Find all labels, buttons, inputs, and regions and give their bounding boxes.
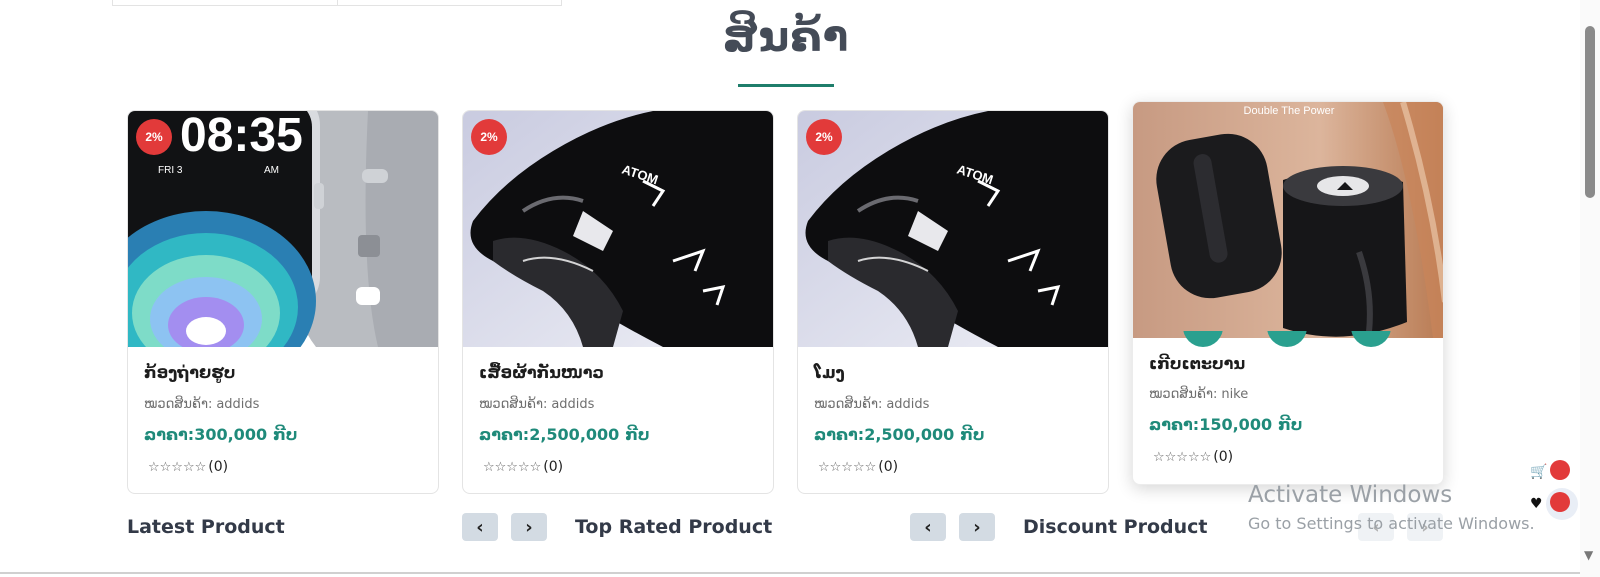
- top-rated-prev-button[interactable]: ‹: [910, 513, 946, 541]
- page: ສິນຄ້າ 08:35 FRI 3 AM 2% ກ້ອງຖ່າຍຮູບ ໝວດ…: [0, 0, 1600, 577]
- product-rating: ☆☆☆☆☆ (0): [1153, 449, 1233, 465]
- category-value: addids: [886, 397, 930, 412]
- top-tab[interactable]: [113, 0, 337, 5]
- product-name[interactable]: ເສື້ອຜ້າກັນໜາວ: [479, 363, 604, 382]
- product-name[interactable]: ເກີບເຕະບານ: [1149, 354, 1245, 373]
- watch-day: FRI 3: [158, 165, 183, 176]
- product-name[interactable]: ໂມງ: [814, 363, 845, 382]
- price-label: ລາຄາ:: [814, 425, 865, 444]
- rating-count: (0): [878, 459, 899, 475]
- currency-label: ກີບ: [960, 425, 985, 444]
- image-caption: Double The Power: [1244, 105, 1335, 117]
- product-card[interactable]: ATOM 2% ໂມງ ໝວດສິນຄ້າ: addids ລາຄາ:2,500,…: [797, 110, 1109, 494]
- category-label: ໝວດສິນຄ້າ:: [479, 397, 548, 412]
- top-tab-strip: [112, 0, 562, 6]
- price-value: 300,000: [194, 425, 268, 444]
- category-value: addids: [216, 397, 260, 412]
- watermark-line2: Go to Settings to activate Windows.: [1248, 514, 1535, 533]
- product-image-speakers[interactable]: Double The Power: [1133, 102, 1443, 338]
- horizontal-divider: [0, 572, 1580, 574]
- discount-badge: 2%: [806, 119, 842, 155]
- discount-product-heading: Discount Product: [1023, 516, 1208, 538]
- discount-badge: 2%: [471, 119, 507, 155]
- star-rating-icon: ☆☆☆☆☆: [818, 459, 877, 475]
- quick-action-button[interactable]: [1183, 331, 1223, 347]
- product-price: ລາຄາ:2,500,000 ກີບ: [479, 425, 650, 444]
- watch-ampm: AM: [264, 165, 279, 176]
- category-label: ໝວດສິນຄ້າ:: [1149, 387, 1218, 402]
- scroll-down-icon[interactable]: ▼: [1584, 548, 1593, 562]
- product-card[interactable]: Double The Power ເກີບເຕະບານ ໝວດສິນຄ້າ: ni…: [1132, 101, 1444, 485]
- product-image-smartwatch[interactable]: 08:35 FRI 3 AM: [128, 111, 438, 347]
- category-value: addids: [551, 397, 595, 412]
- star-rating-icon: ☆☆☆☆☆: [483, 459, 542, 475]
- quick-action-button[interactable]: [1351, 331, 1391, 347]
- chevron-left-icon: ‹: [924, 516, 932, 538]
- price-label: ລາຄາ:: [1149, 415, 1200, 434]
- chevron-left-icon: ‹: [476, 516, 484, 538]
- product-category: ໝວດສິນຄ້າ: addids: [479, 397, 594, 412]
- top-rated-product-heading: Top Rated Product: [575, 516, 773, 538]
- product-price: ລາຄາ:300,000 ກີບ: [144, 425, 297, 444]
- vertical-scrollbar[interactable]: ▼: [1580, 0, 1600, 577]
- product-category: ໝວດສິນຄ້າ: nike: [1149, 387, 1248, 402]
- product-rating: ☆☆☆☆☆ (0): [148, 459, 228, 475]
- windows-activation-watermark: Activate Windows Go to Settings to activ…: [1248, 482, 1535, 533]
- product-image-sneaker[interactable]: ATOM: [798, 111, 1108, 347]
- discount-badge: 2%: [136, 119, 172, 155]
- product-rating: ☆☆☆☆☆ (0): [818, 459, 898, 475]
- category-label: ໝວດສິນຄ້າ:: [814, 397, 883, 412]
- product-category: ໝວດສິນຄ້າ: addids: [814, 397, 929, 412]
- chevron-right-icon: ›: [973, 516, 981, 538]
- product-name[interactable]: ກ້ອງຖ່າຍຮູບ: [144, 363, 235, 382]
- cart-icon: 🛒: [1530, 464, 1548, 480]
- product-category: ໝວດສິນຄ້າ: addids: [144, 397, 259, 412]
- watermark-line1: Activate Windows: [1248, 482, 1453, 508]
- quick-action-button[interactable]: [1267, 331, 1307, 347]
- title-underline: [738, 84, 834, 87]
- currency-label: ກີບ: [1278, 415, 1303, 434]
- latest-prev-button[interactable]: ‹: [462, 513, 498, 541]
- price-label: ລາຄາ:: [144, 425, 195, 444]
- product-card[interactable]: 08:35 FRI 3 AM 2% ກ້ອງຖ່າຍຮູບ ໝວດສິນຄ້າ:…: [127, 110, 439, 494]
- currency-label: ກີບ: [625, 425, 650, 444]
- top-tab[interactable]: [336, 0, 562, 5]
- section-title: ສິນຄ້າ: [722, 12, 850, 61]
- category-label: ໝວດສິນຄ້າ:: [144, 397, 213, 412]
- category-value: nike: [1221, 387, 1249, 402]
- price-label: ລາຄາ:: [479, 425, 530, 444]
- price-value: 2,500,000: [864, 425, 955, 444]
- rating-count: (0): [543, 459, 564, 475]
- cart-count-badge: [1550, 460, 1570, 480]
- rating-count: (0): [1213, 449, 1234, 465]
- latest-next-button[interactable]: ›: [511, 513, 547, 541]
- product-card[interactable]: ATOM 2% ເສື້ອຜ້າກັນໜາວ ໝວດສິນຄ້າ: addids …: [462, 110, 774, 494]
- floating-wishlist-button[interactable]: ♥: [1530, 488, 1578, 520]
- price-value: 150,000: [1199, 415, 1273, 434]
- chevron-right-icon: ›: [525, 516, 533, 538]
- product-rating: ☆☆☆☆☆ (0): [483, 459, 563, 475]
- product-price: ລາຄາ:150,000 ກີບ: [1149, 415, 1302, 434]
- currency-label: ກີບ: [273, 425, 298, 444]
- price-value: 2,500,000: [529, 425, 620, 444]
- wishlist-count-badge: [1550, 492, 1570, 512]
- star-rating-icon: ☆☆☆☆☆: [1153, 449, 1212, 465]
- product-image-sneaker[interactable]: ATOM: [463, 111, 773, 347]
- rating-count: (0): [208, 459, 229, 475]
- latest-product-heading: Latest Product: [127, 516, 285, 538]
- top-rated-next-button[interactable]: ›: [959, 513, 995, 541]
- scrollbar-thumb[interactable]: [1585, 26, 1595, 198]
- product-price: ລາຄາ:2,500,000 ກີບ: [814, 425, 985, 444]
- floating-cart-button[interactable]: 🛒: [1530, 460, 1570, 484]
- watch-time: 08:35: [180, 111, 303, 162]
- star-rating-icon: ☆☆☆☆☆: [148, 459, 207, 475]
